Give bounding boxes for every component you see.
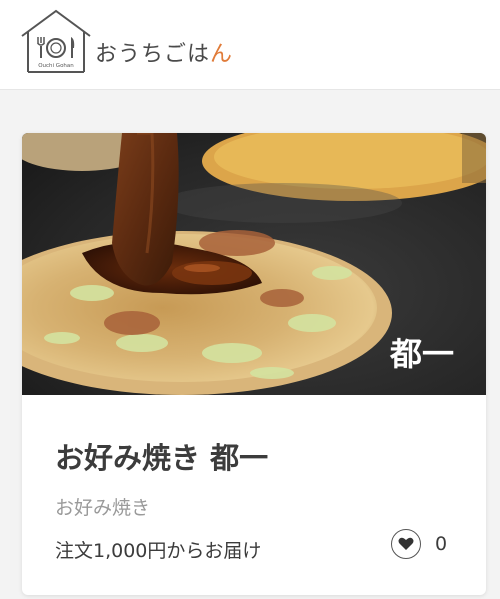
knife-icon (71, 37, 75, 58)
restaurant-card[interactable]: 都一 お好み焼き 都一 お好み焼き 注文1,000円からお届け 0 (22, 133, 486, 595)
house-logo-icon: Ouchi Gohan (21, 9, 91, 73)
app-header: Ouchi Gohan おうちごはん (0, 0, 500, 90)
like-count: 0 (435, 533, 448, 555)
delivery-info: 注文1,000円からお届け (55, 540, 262, 562)
shop-category: お好み焼き (55, 497, 151, 519)
fork-icon (36, 37, 46, 58)
brand-main: おうちごは (95, 42, 211, 67)
plate-icon (46, 38, 66, 58)
brand-accent: ん (210, 42, 234, 67)
restaurant-photo[interactable]: 都一 (22, 133, 486, 395)
svg-text:Ouchi Gohan: Ouchi Gohan (38, 63, 74, 69)
site-logo[interactable]: Ouchi Gohan (20, 8, 92, 74)
okonomiyaki-photo: 都一 (22, 133, 486, 395)
shop-name[interactable]: お好み焼き 都一 (55, 435, 268, 477)
heart-icon (398, 537, 414, 550)
like-button[interactable] (391, 529, 421, 559)
like-widget: 0 (391, 529, 471, 565)
card-body: お好み焼き 都一 お好み焼き 注文1,000円からお届け 0 (22, 395, 486, 595)
brand-name[interactable]: おうちごはん (95, 36, 233, 68)
photo-caption: 都一 (389, 335, 454, 373)
